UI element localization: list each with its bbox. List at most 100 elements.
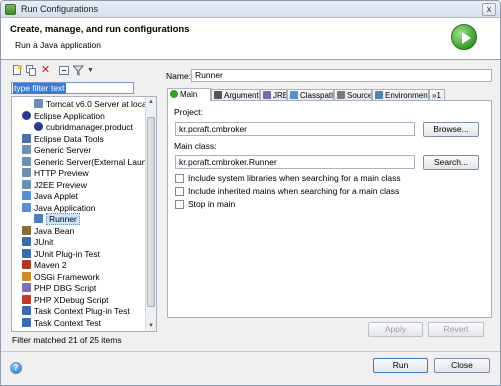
tab-label: Main	[180, 90, 198, 99]
tree-item[interactable]: cubridmanager.product	[34, 122, 133, 133]
tree-item-label: Task Context Plug-in Test	[34, 306, 130, 316]
tree-item[interactable]: PHP XDebug Script	[22, 294, 109, 306]
task-icon	[22, 306, 31, 315]
tree-item-label: JUnit Plug-in Test	[34, 248, 100, 259]
jre-icon	[263, 91, 271, 99]
tree-item[interactable]: J2EE Preview	[22, 179, 87, 191]
project-label: Project:	[174, 107, 203, 117]
tree-item[interactable]: Generic Server	[22, 145, 91, 156]
filter-status: Filter matched 21 of 25 items	[12, 335, 122, 345]
close-window-button[interactable]: x	[482, 3, 496, 16]
tree-item-label: Java Application	[34, 202, 96, 213]
tree-item-label: JUnit	[34, 237, 54, 247]
duplicate-icon[interactable]	[26, 65, 37, 76]
new-config-icon[interactable]	[12, 65, 23, 76]
tree-item[interactable]: PHP DBG Script	[22, 283, 96, 294]
xdebug-icon	[22, 294, 31, 304]
apply-button[interactable]: Apply	[368, 322, 423, 337]
tree-item-label: Eclipse Application	[34, 110, 105, 121]
revert-button[interactable]: Revert	[428, 322, 484, 337]
main-class-field[interactable]: kr.pcraft.cmbroker.Runner	[175, 155, 415, 169]
stop-in-main-checkbox[interactable]	[175, 200, 184, 209]
tree-item[interactable]: Task Context Plug-in Test	[22, 306, 130, 317]
delete-icon[interactable]: ✕	[40, 65, 51, 76]
tab-label: Arguments	[224, 91, 260, 100]
java-class-icon	[34, 214, 43, 223]
run-icon	[170, 90, 178, 98]
tree-item[interactable]: Tomcat v6.0 Server at locall	[34, 99, 150, 110]
tab-label: Environment	[385, 91, 429, 100]
filter-input[interactable]: type filter text	[11, 82, 134, 94]
http-icon	[22, 168, 31, 177]
tree-item[interactable]: JUnit	[22, 237, 53, 248]
server-icon	[22, 156, 31, 166]
project-field[interactable]: kr.pcraft.cmbroker	[175, 122, 415, 136]
scroll-down-arrow-icon[interactable]: ▼	[146, 321, 156, 331]
browse-button[interactable]: Browse...	[423, 122, 479, 137]
main-tab-panel: Project: kr.pcraft.cmbroker Browse... Ma…	[167, 100, 492, 318]
tree-item[interactable]: JUnit Plug-in Test	[22, 248, 100, 260]
help-icon[interactable]: ?	[10, 362, 22, 374]
tree-item-label: cubridmanager.product	[46, 122, 133, 132]
chevron-down-icon[interactable]: ▼	[85, 65, 96, 76]
java-app-icon	[22, 202, 31, 212]
banner-subheading: Run a Java application	[15, 40, 102, 50]
tree-item[interactable]: Task Context Test	[22, 317, 101, 329]
left-toolbar: ✕ ▼	[9, 64, 159, 79]
include-inherited-mains-checkbox[interactable]	[175, 187, 184, 196]
tree-item[interactable]: Generic Server(External Launch)	[22, 156, 157, 168]
tree-item[interactable]: Maven 2	[22, 260, 67, 271]
collapse-all-icon[interactable]	[59, 65, 70, 76]
tree-item-label: J2EE Preview	[34, 179, 87, 190]
search-button[interactable]: Search...	[423, 155, 479, 170]
tab-label: Classpath	[300, 91, 334, 100]
name-field[interactable]: Runner	[191, 69, 492, 82]
tree-item-label: Generic Server	[34, 145, 92, 155]
filter-icon[interactable]	[72, 65, 85, 76]
tree-item-label: Task Context Test	[34, 317, 101, 328]
tree-item-label: HTTP Preview	[34, 168, 89, 178]
tree-item[interactable]: HTTP Preview	[22, 168, 89, 179]
scroll-up-arrow-icon[interactable]: ▲	[146, 97, 156, 107]
environment-icon	[375, 91, 383, 99]
maven-icon	[22, 260, 31, 269]
tree-item[interactable]: Java Bean	[22, 225, 75, 237]
tree-item-label: Generic Server(External Launch)	[34, 156, 157, 167]
tree-item[interactable]: Eclipse Data Tools	[22, 133, 104, 145]
tree-item[interactable]: Java Application	[22, 202, 96, 214]
tree-item[interactable]: OSGi Framework	[22, 271, 100, 283]
tree-item-label: OSGi Framework	[34, 271, 100, 282]
close-button[interactable]: Close	[434, 358, 490, 373]
server-icon	[34, 99, 43, 108]
tab-label: JRE	[273, 91, 287, 100]
bean-icon	[22, 225, 31, 235]
arguments-icon	[214, 91, 222, 99]
php-icon	[22, 283, 31, 292]
tree-item[interactable]: Eclipse Application	[22, 110, 105, 122]
tree-item[interactable]: Runner	[34, 213, 80, 225]
filter-placeholder: type filter text	[13, 83, 66, 94]
junit-icon	[22, 237, 31, 246]
configuration-tree[interactable]: Tomcat v6.0 Server at locall Eclipse Appl…	[11, 96, 157, 332]
tab-label: Source	[347, 91, 372, 100]
footer-divider	[1, 351, 500, 352]
task-icon	[22, 317, 31, 327]
tree-item-label: Runner	[46, 213, 80, 225]
source-icon	[337, 91, 345, 99]
stop-in-main-label: Stop in main	[188, 199, 236, 209]
tree-item-label: Java Bean	[34, 225, 75, 236]
run-configurations-dialog: Run Configurations x Create, manage, and…	[0, 0, 501, 386]
tree-item-label: Maven 2	[34, 260, 67, 270]
tab-run[interactable]: Main	[167, 88, 211, 101]
include-system-libraries-checkbox[interactable]	[175, 174, 184, 183]
tree-item-label: Tomcat v6.0 Server at locall	[46, 99, 151, 109]
tree-item-label: Java Applet	[34, 191, 78, 201]
tab-label: »1	[432, 91, 441, 100]
classpath-icon	[290, 91, 298, 99]
run-button[interactable]: Run	[373, 358, 428, 373]
tree-scrollbar[interactable]: ▲ ▼	[145, 97, 156, 331]
window-title: Run Configurations	[21, 4, 99, 14]
tree-item[interactable]: Java Applet	[22, 191, 78, 202]
scroll-thumb[interactable]	[147, 117, 155, 307]
applet-icon	[22, 191, 31, 200]
